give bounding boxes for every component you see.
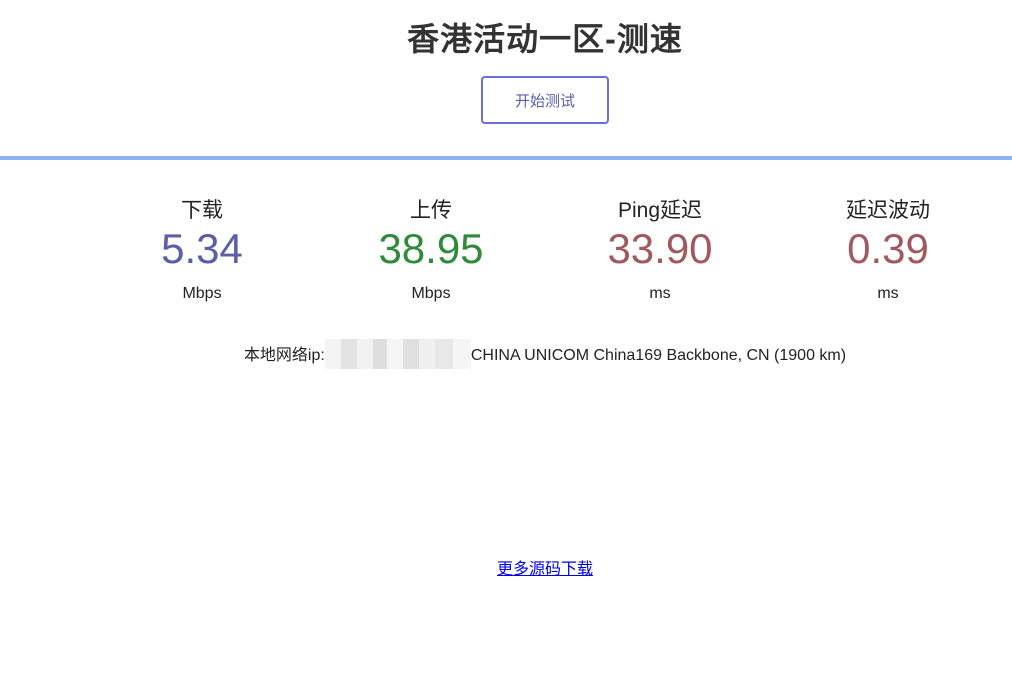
jitter-meter: 延迟波动 0.39 ms xyxy=(788,196,988,304)
more-source-link[interactable]: 更多源码下载 xyxy=(497,561,593,578)
download-unit: Mbps xyxy=(182,285,222,302)
upload-value: 38.95 xyxy=(378,225,484,272)
upload-meter: 上传 38.95 Mbps xyxy=(331,196,531,304)
page-title: 香港活动一区-测速 xyxy=(407,21,683,57)
jitter-value: 0.39 xyxy=(847,225,929,272)
ping-meter: Ping延迟 33.90 ms xyxy=(560,196,760,304)
download-value: 5.34 xyxy=(161,225,243,272)
jitter-label: 延迟波动 xyxy=(846,199,930,222)
divider xyxy=(0,156,1012,160)
upload-label: 上传 xyxy=(410,199,452,222)
ip-label: 本地网络ip: xyxy=(243,347,325,365)
download-label: 下载 xyxy=(181,199,223,222)
download-meter: 下载 5.34 Mbps xyxy=(102,196,302,304)
start-test-button[interactable]: 开始测试 xyxy=(481,76,609,124)
ping-unit: ms xyxy=(649,285,671,302)
speedtest-page: 香港活动一区-测速 开始测试 下载 5.34 Mbps 上传 38.95 Mbp… xyxy=(0,0,1012,687)
isp-info: CHINA UNICOM China169 Backbone, CN (1900… xyxy=(470,347,847,365)
footer: 更多源码下载 xyxy=(0,555,1012,579)
upload-unit: Mbps xyxy=(411,285,451,302)
ping-value: 33.90 xyxy=(607,225,713,272)
ip-info: 本地网络ip: CHINA UNICOM China169 Backbone, C… xyxy=(0,339,1012,371)
ping-label: Ping延迟 xyxy=(617,199,703,222)
ip-address-redacted xyxy=(324,339,471,369)
jitter-unit: ms xyxy=(877,285,899,302)
